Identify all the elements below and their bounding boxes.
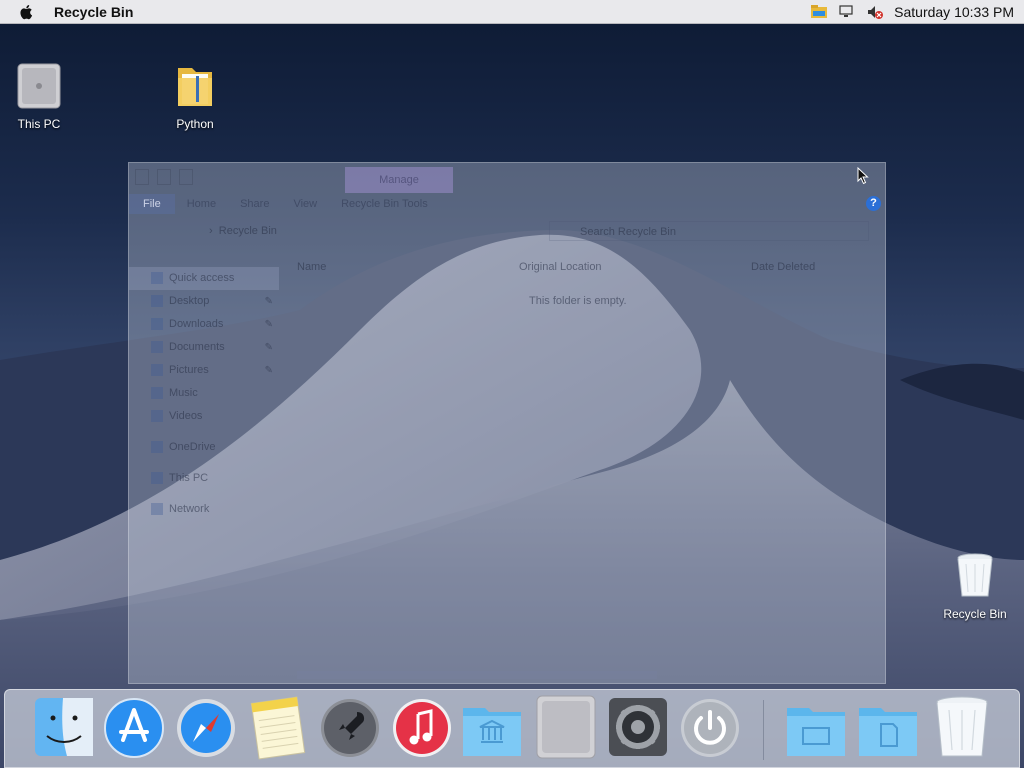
nav-quick-access[interactable]: Quick access bbox=[129, 267, 279, 290]
trash-icon[interactable] bbox=[931, 694, 993, 760]
nav-label: Documents bbox=[169, 341, 225, 353]
quick-access-toolbar bbox=[135, 169, 193, 185]
desktop-icon-label: Recycle Bin bbox=[943, 607, 1007, 621]
scrollbar-thumb[interactable] bbox=[297, 671, 657, 679]
navigation-pane: Quick access Desktop ✎ Downloads ✎ Documen… bbox=[129, 267, 279, 521]
menu-bar-tray: Saturday 10:33 PM bbox=[810, 4, 1024, 20]
recycle-bin-window[interactable]: Manage File Home Share View Recycle Bin … bbox=[128, 162, 886, 684]
nav-this-pc[interactable]: This PC bbox=[129, 467, 279, 490]
empty-folder-message: This folder is empty. bbox=[529, 295, 627, 307]
download-icon bbox=[151, 318, 163, 330]
nav-onedrive[interactable]: OneDrive bbox=[129, 436, 279, 459]
file-explorer-tray-icon[interactable] bbox=[810, 4, 828, 20]
star-icon bbox=[151, 272, 163, 284]
nav-label: Videos bbox=[169, 410, 203, 422]
menu-bar: Recycle Bin Saturday 10:33 PM bbox=[0, 0, 1024, 24]
chevron-right-icon: › bbox=[209, 225, 216, 237]
manage-context-tab[interactable]: Manage bbox=[345, 167, 453, 193]
nav-label: This PC bbox=[169, 472, 209, 484]
folder-icon[interactable] bbox=[785, 694, 847, 760]
notes-icon[interactable] bbox=[247, 694, 309, 760]
nav-desktop[interactable]: Desktop ✎ bbox=[129, 290, 279, 313]
address-path: Recycle Bin bbox=[218, 225, 277, 237]
horizontal-scrollbar[interactable] bbox=[283, 669, 883, 681]
window-titlebar[interactable]: Manage bbox=[129, 163, 885, 193]
nav-label: Network bbox=[169, 503, 210, 515]
nav-label: Quick access bbox=[169, 272, 235, 284]
tab-recycle-bin-tools[interactable]: Recycle Bin Tools bbox=[329, 198, 440, 210]
desktop-icon-label: Python bbox=[176, 117, 214, 131]
column-original-location[interactable]: Original Location bbox=[519, 261, 602, 273]
tab-home[interactable]: Home bbox=[175, 198, 228, 210]
dock-separator bbox=[763, 700, 764, 760]
search-box[interactable]: Search Recycle Bin bbox=[549, 221, 869, 241]
nav-network[interactable]: Network bbox=[129, 498, 279, 521]
ribbon-tabs: File Home Share View Recycle Bin Tools ? bbox=[129, 193, 885, 215]
desktop-icon-python[interactable]: Python bbox=[150, 62, 240, 131]
computer-icon bbox=[151, 472, 163, 484]
column-headers: Name Original Location Date Deleted bbox=[297, 261, 877, 281]
mouse-cursor-icon bbox=[857, 167, 869, 185]
column-name[interactable]: Name bbox=[297, 261, 326, 273]
videos-icon bbox=[151, 410, 163, 422]
trash-icon bbox=[957, 553, 993, 597]
mac-pro-icon[interactable] bbox=[535, 694, 597, 760]
network-icon[interactable] bbox=[838, 4, 856, 20]
documents-icon bbox=[151, 341, 163, 353]
nav-label: Music bbox=[169, 387, 198, 399]
tab-file[interactable]: File bbox=[129, 194, 175, 214]
applications-folder-icon[interactable] bbox=[461, 694, 523, 760]
desktop-icon bbox=[151, 295, 163, 307]
nav-downloads[interactable]: Downloads ✎ bbox=[129, 313, 279, 336]
recycle-bin-small-icon bbox=[135, 169, 149, 185]
new-folder-icon[interactable] bbox=[179, 169, 193, 185]
network-icon bbox=[151, 503, 163, 515]
nav-music[interactable]: Music bbox=[129, 382, 279, 405]
pin-icon: ✎ bbox=[264, 342, 273, 353]
column-date-deleted[interactable]: Date Deleted bbox=[751, 261, 815, 273]
folder-icon bbox=[178, 68, 212, 106]
pictures-icon bbox=[151, 364, 163, 376]
nav-label: Pictures bbox=[169, 364, 209, 376]
address-bar-row: › Recycle Bin Search Recycle Bin bbox=[129, 215, 885, 247]
pin-icon: ✎ bbox=[264, 296, 273, 307]
app-store-icon[interactable] bbox=[103, 694, 165, 760]
active-app-name[interactable]: Recycle Bin bbox=[54, 4, 133, 20]
safari-icon[interactable] bbox=[175, 694, 237, 760]
nav-label: Desktop bbox=[169, 295, 210, 307]
music-icon bbox=[151, 387, 163, 399]
tab-share[interactable]: Share bbox=[228, 198, 281, 210]
cloud-icon bbox=[151, 441, 163, 453]
pin-icon: ✎ bbox=[264, 319, 273, 330]
desktop-icon-this-pc[interactable]: This PC bbox=[0, 62, 84, 131]
desktop-icon-recycle-bin[interactable]: Recycle Bin bbox=[930, 552, 1020, 621]
desktop-icon-label: This PC bbox=[17, 117, 61, 131]
search-placeholder: Search Recycle Bin bbox=[580, 226, 676, 238]
address-bar[interactable]: › Recycle Bin bbox=[209, 221, 499, 241]
nav-label: Downloads bbox=[169, 318, 224, 330]
properties-icon[interactable] bbox=[157, 169, 171, 185]
tab-view[interactable]: View bbox=[281, 198, 329, 210]
clock[interactable]: Saturday 10:33 PM bbox=[894, 4, 1014, 20]
nav-pictures[interactable]: Pictures ✎ bbox=[129, 359, 279, 382]
nav-documents[interactable]: Documents ✎ bbox=[129, 336, 279, 359]
nav-label: OneDrive bbox=[169, 441, 216, 453]
launchpad-icon[interactable] bbox=[319, 694, 381, 760]
itunes-icon[interactable] bbox=[391, 694, 453, 760]
finder-icon[interactable] bbox=[33, 694, 95, 760]
mac-pro-icon bbox=[17, 63, 61, 109]
documents-folder-icon[interactable] bbox=[857, 694, 919, 760]
nav-videos[interactable]: Videos bbox=[129, 405, 279, 428]
dock bbox=[4, 689, 1020, 768]
help-icon[interactable]: ? bbox=[866, 196, 881, 211]
power-icon[interactable] bbox=[679, 694, 741, 760]
apple-menu-icon[interactable] bbox=[18, 3, 36, 21]
volume-muted-icon[interactable] bbox=[866, 4, 884, 20]
system-preferences-icon[interactable] bbox=[607, 694, 669, 760]
pin-icon: ✎ bbox=[264, 365, 273, 376]
